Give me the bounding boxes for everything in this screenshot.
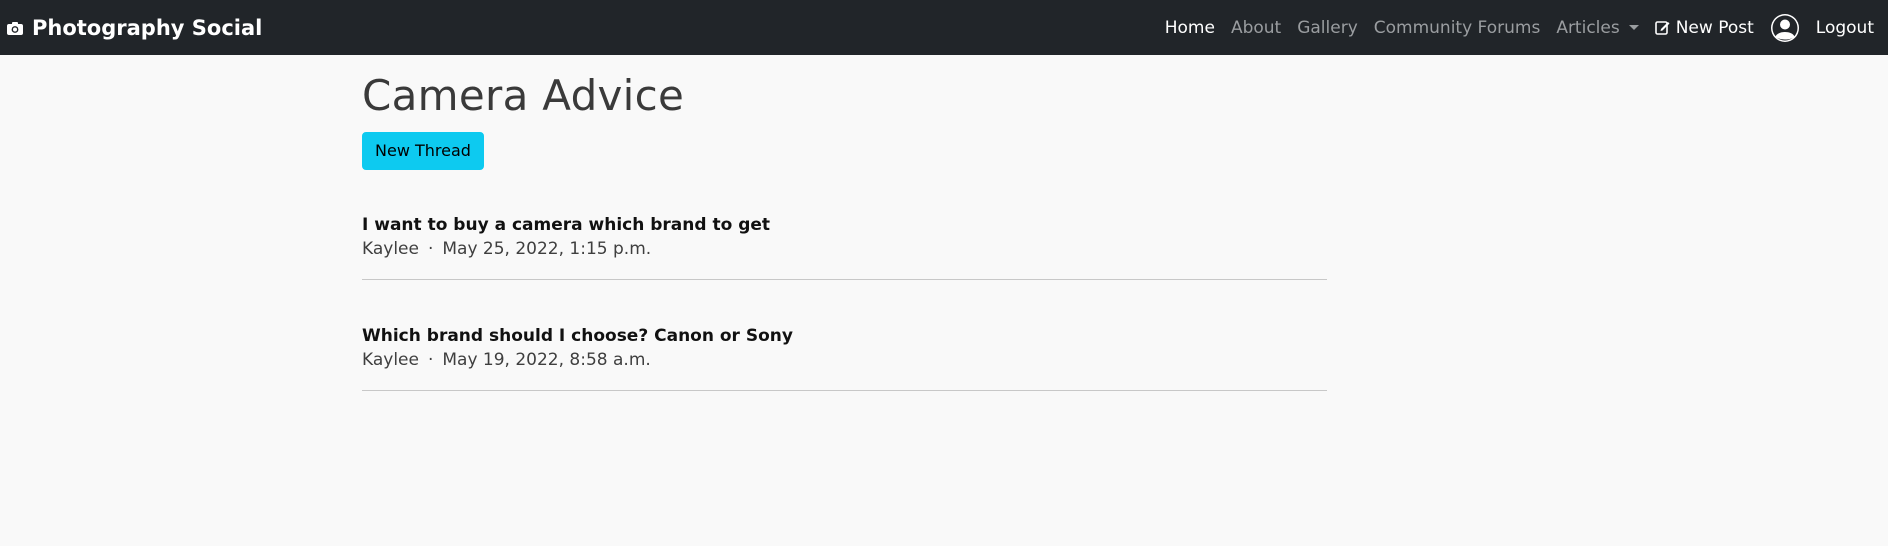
main-content: Camera Advice New Thread I want to buy a… [362,55,1327,436]
thread-meta: Kaylee · May 25, 2022, 1:15 p.m. [362,237,1327,261]
nav-gallery[interactable]: Gallery [1297,18,1358,38]
nav-new-post-label: New Post [1675,17,1754,38]
thread-item: Which brand should I choose? Canon or So… [362,325,1327,392]
nav-logout[interactable]: Logout [1816,18,1874,38]
nav-home[interactable]: Home [1165,18,1215,38]
thread-author: Kaylee [362,350,419,371]
edit-icon [1655,20,1671,36]
thread-author: Kaylee [362,239,419,260]
thread-title-link[interactable]: I want to buy a camera which brand to ge… [362,214,1327,236]
navbar: Photography Social Home About Gallery Co… [0,0,1888,55]
nav-about[interactable]: About [1231,18,1281,38]
new-thread-button[interactable]: New Thread [362,132,484,171]
caret-down-icon [1628,25,1639,30]
page-title: Camera Advice [362,71,685,120]
thread-title-link[interactable]: Which brand should I choose? Canon or So… [362,325,1327,347]
thread-date: May 19, 2022, 8:58 a.m. [442,350,651,371]
thread-list: I want to buy a camera which brand to ge… [362,214,1327,392]
thread-date: May 25, 2022, 1:15 p.m. [442,239,652,260]
nav-articles-label: Articles [1556,17,1620,38]
nav-links: Home About Gallery Community Forums Arti… [1165,0,1874,55]
brand-label: Photography Social [32,15,263,40]
brand-link[interactable]: Photography Social [5,16,262,40]
camera-icon [5,18,25,38]
nav-community-forums[interactable]: Community Forums [1374,18,1541,38]
user-avatar-icon[interactable] [1770,13,1800,43]
meta-separator: · [427,239,434,260]
nav-new-post[interactable]: New Post [1655,18,1754,38]
meta-separator: · [427,350,434,371]
thread-meta: Kaylee · May 19, 2022, 8:58 a.m. [362,348,1327,372]
thread-item: I want to buy a camera which brand to ge… [362,214,1327,281]
nav-articles-dropdown[interactable]: Articles [1556,17,1639,38]
